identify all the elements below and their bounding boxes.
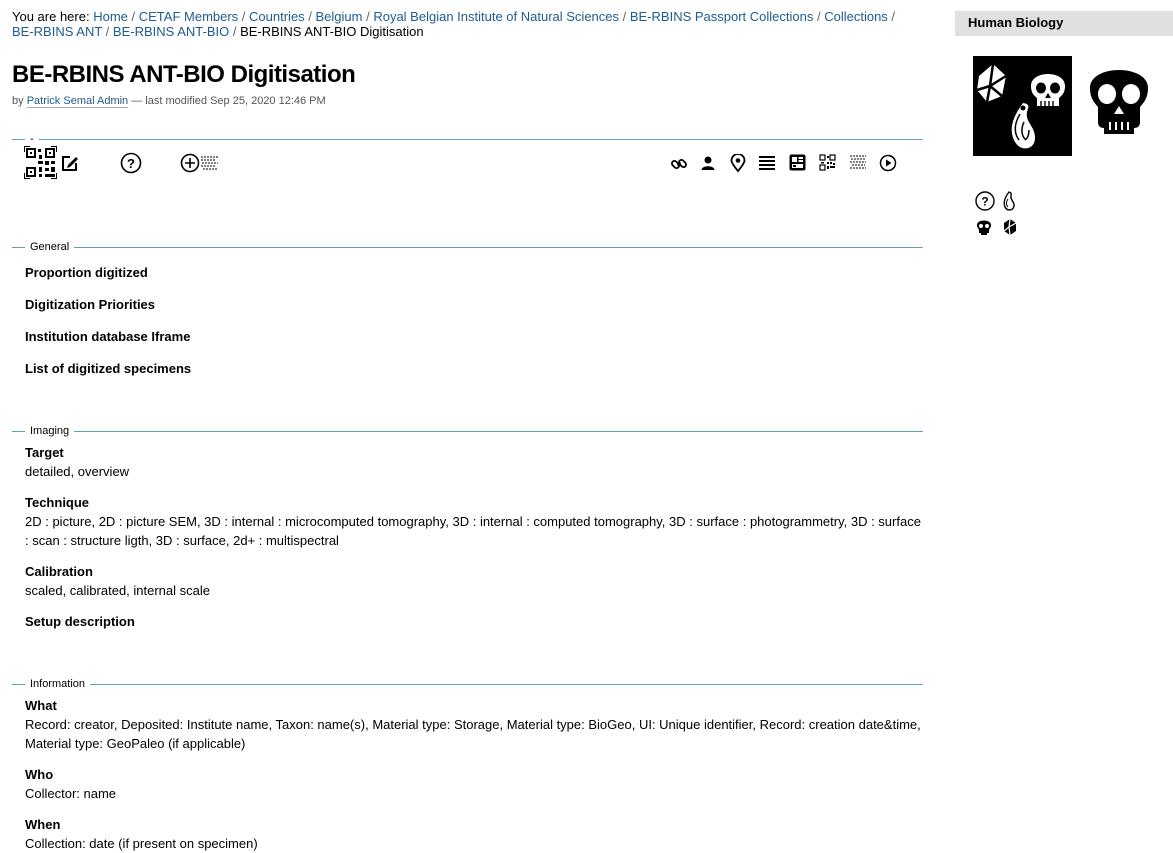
help-icon[interactable]: ?: [975, 191, 995, 214]
imaging-divider: Imaging: [12, 424, 923, 438]
proportion-digitized-label: Proportion digitized: [25, 265, 148, 280]
breadcrumb-link-countries[interactable]: Countries: [249, 9, 305, 24]
digitized-specimens-label: List of digitized specimens: [25, 361, 192, 376]
breadcrumb-link-passport[interactable]: BE-RBINS Passport Collections: [630, 9, 814, 24]
modified-date: — last modified Sep 25, 2020 12:46 PM: [131, 95, 326, 107]
breadcrumb-link-belgium[interactable]: Belgium: [316, 9, 363, 24]
top-divider: -: [12, 132, 923, 146]
main-content: You are here: Home / CETAF Members / Cou…: [12, 9, 923, 853]
breadcrumb-link-ant-bio[interactable]: BE-RBINS ANT-BIO: [113, 24, 229, 39]
person-icon[interactable]: [700, 155, 716, 171]
breadcrumb-current: BE-RBINS ANT-BIO Digitisation: [240, 24, 424, 39]
imaging-section: Target detailed, overview Technique 2D :…: [12, 444, 923, 631]
who-label: Who: [25, 767, 54, 782]
target-label: Target: [25, 445, 64, 460]
edit-icon[interactable]: [60, 153, 80, 173]
what-label: What: [25, 698, 57, 713]
information-divider: Information: [12, 677, 923, 691]
calibration-label: Calibration: [25, 564, 93, 579]
toolbar: ?: [12, 146, 923, 206]
information-section: What Record: creator, Deposited: Institu…: [12, 697, 923, 853]
portlet-title: Human Biology: [955, 11, 1173, 36]
sidebar-portlet: Human Biology ?: [955, 11, 1173, 236]
imaging-legend: Imaging: [25, 424, 75, 438]
breadcrumb: You are here: Home / CETAF Members / Cou…: [12, 9, 896, 39]
calibration-value: scaled, calibrated, internal scale: [25, 583, 210, 598]
skull-icon[interactable]: [976, 218, 992, 239]
byline-by: by: [12, 95, 24, 107]
pendant-icon[interactable]: [1002, 191, 1016, 214]
breadcrumb-prefix: You are here:: [12, 9, 90, 24]
what-value: Record: creator, Deposited: Institute na…: [25, 717, 921, 751]
skull-icon: [1088, 60, 1150, 139]
breadcrumb-link-cetaf-members[interactable]: CETAF Members: [139, 9, 238, 24]
page-title: BE-RBINS ANT-BIO Digitisation: [12, 61, 356, 88]
qr-code-icon[interactable]: [24, 146, 57, 179]
breadcrumb-link-collections[interactable]: Collections: [824, 9, 888, 24]
svg-text:?: ?: [981, 195, 988, 209]
target-value: detailed, overview: [25, 464, 130, 479]
top-legend: -: [25, 132, 39, 146]
help-icon[interactable]: ?: [120, 152, 142, 174]
when-value: Collection: date (if present on specimen…: [25, 836, 258, 851]
information-legend: Information: [25, 677, 91, 691]
link-icon[interactable]: [670, 155, 688, 173]
breadcrumb-link-home[interactable]: Home: [93, 9, 128, 24]
map-icon[interactable]: [849, 154, 867, 171]
location-pin-icon[interactable]: [730, 154, 746, 172]
setup-description-label: Setup description: [25, 614, 135, 629]
general-divider: General: [12, 240, 923, 254]
who-value: Collector: name: [25, 786, 117, 801]
technique-label: Technique: [25, 495, 90, 510]
general-legend: General: [25, 240, 75, 254]
digitization-priorities-label: Digitization Priorities: [25, 297, 156, 312]
institution-database-label: Institution database Iframe: [25, 329, 191, 344]
author-link[interactable]: Patrick Semal Admin: [26, 95, 129, 108]
list-icon[interactable]: [759, 155, 775, 171]
human-biology-logo: [973, 56, 1072, 156]
layout-icon[interactable]: [789, 154, 806, 171]
crystal-icon[interactable]: [1002, 218, 1018, 239]
when-label: When: [25, 817, 61, 832]
play-icon[interactable]: [879, 154, 897, 172]
breadcrumb-link-ant[interactable]: BE-RBINS ANT: [12, 24, 102, 39]
byline: by Patrick Semal Admin — last modified S…: [12, 95, 923, 108]
svg-text:?: ?: [127, 156, 135, 171]
breadcrumb-link-rbins[interactable]: Royal Belgian Institute of Natural Scien…: [373, 9, 619, 24]
general-section: Proportion digitized Digitization Priori…: [12, 264, 923, 378]
add-map-icon[interactable]: [180, 153, 220, 173]
technique-value: 2D : picture, 2D : picture SEM, 3D : int…: [25, 514, 921, 548]
qr-code-icon[interactable]: [819, 154, 836, 171]
